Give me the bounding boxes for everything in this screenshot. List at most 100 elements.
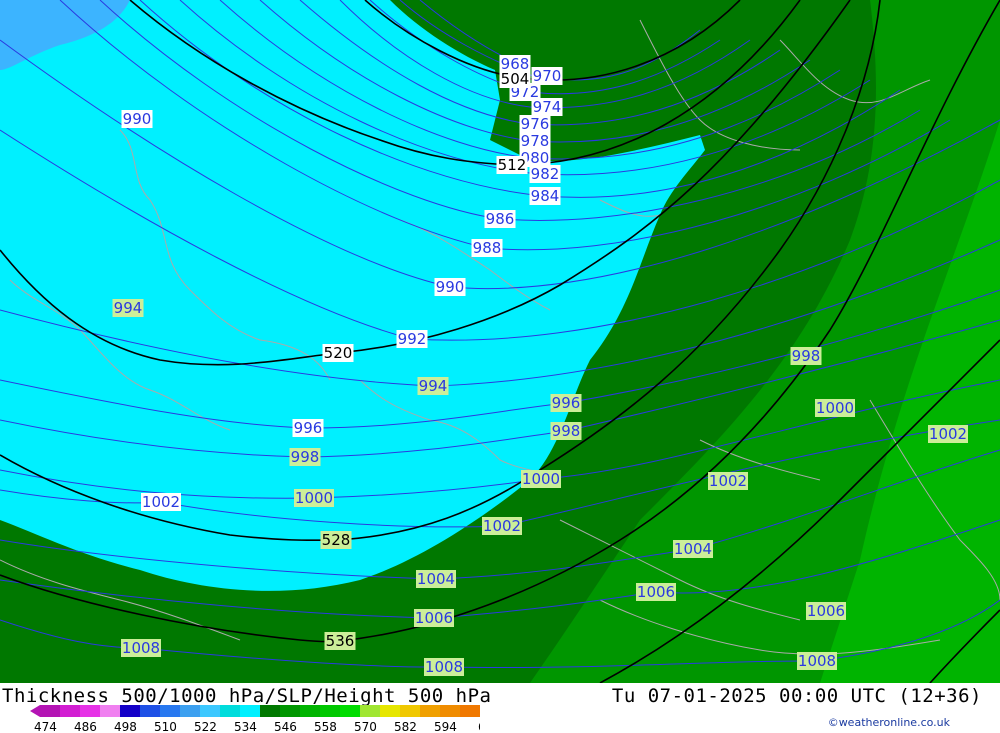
color-scale: 474 486 498 510 522 534 546 558 570 582 594 606	[30, 705, 480, 733]
isobar-label: 998	[289, 448, 321, 466]
color-scale-swatch	[320, 705, 340, 717]
isobar-label: 1000	[294, 489, 334, 507]
color-scale-tick: 594	[434, 720, 457, 733]
isobar-label: 1000	[521, 470, 561, 488]
color-scale-swatch	[360, 705, 380, 717]
color-scale-swatch	[400, 705, 420, 717]
isobar-label: 1006	[636, 583, 676, 601]
isobar-label: 990	[434, 278, 466, 296]
isobar-label-text: 990	[436, 278, 465, 296]
isobar-label-text: 1008	[122, 639, 160, 657]
color-scale-tick: 498	[114, 720, 137, 733]
isobar-label-text: 992	[398, 330, 427, 348]
isobar-label: 994	[112, 299, 144, 317]
color-scale-tick: 582	[394, 720, 417, 733]
color-scale-left-arrow	[30, 705, 40, 717]
isobar-label-text: 994	[114, 299, 143, 317]
color-scale-swatch	[140, 705, 160, 717]
isobar-label: 1000	[815, 399, 855, 417]
color-scale-swatch	[240, 705, 260, 717]
isobar-label-text: 996	[552, 394, 581, 412]
isobar-label-text: 998	[552, 422, 581, 440]
color-scale-tick: 546	[274, 720, 297, 733]
credit-link[interactable]: ©weatheronline.co.uk	[828, 716, 950, 729]
isobar-label-text: 998	[291, 448, 320, 466]
isobar-label: 1002	[482, 517, 522, 535]
isobar-label: 1002	[141, 493, 181, 511]
isobar-label: 1004	[416, 570, 456, 588]
weather-map: 9689709729749769789809829849869889909909…	[0, 0, 1000, 683]
isobar-label: 1008	[424, 658, 464, 676]
isobar-label-text: 978	[521, 132, 550, 150]
isobar-label-text: 1006	[415, 609, 453, 627]
isobar-label: 974	[531, 98, 563, 116]
height-label: 504	[499, 70, 531, 88]
isobar-label-text: 1002	[483, 517, 521, 535]
isobar-label-text: 986	[486, 210, 515, 228]
color-scale-swatch	[80, 705, 100, 717]
color-scale-swatch	[260, 705, 280, 717]
color-scale-swatch	[40, 705, 60, 717]
isobar-label-text: 990	[123, 110, 152, 128]
height-label-text: 528	[322, 531, 351, 549]
isobar-label-text: 1002	[929, 425, 967, 443]
isobar-label: 1004	[673, 540, 713, 558]
isobar-label-text: 996	[294, 419, 323, 437]
valid-time: Tu 07-01-2025 00:00 UTC (12+36)	[611, 685, 982, 707]
isobar-label: 988	[471, 239, 503, 257]
isobar-label-text: 1004	[417, 570, 455, 588]
color-scale-tick: 510	[154, 720, 177, 733]
color-scale-swatch	[220, 705, 240, 717]
isobar-label-text: 976	[521, 115, 550, 133]
color-scale-swatch	[200, 705, 220, 717]
isobar-label: 976	[519, 115, 551, 133]
color-scale-swatch	[160, 705, 180, 717]
isobar-label: 990	[121, 110, 153, 128]
isobar-label-text: 984	[531, 187, 560, 205]
isobar-label: 982	[529, 165, 561, 183]
height-label-text: 504	[501, 70, 530, 88]
isobar-label: 998	[550, 422, 582, 440]
isobar-label-text: 994	[419, 377, 448, 395]
isobar-label-text: 1002	[709, 472, 747, 490]
isobar-label-text: 1000	[295, 489, 333, 507]
isobar-label-text: 988	[473, 239, 502, 257]
isobar-label-text: 998	[792, 347, 821, 365]
height-label: 536	[324, 632, 356, 650]
color-scale-swatch	[280, 705, 300, 717]
color-scale-swatch	[120, 705, 140, 717]
isobar-label: 996	[292, 419, 324, 437]
isobar-label-text: 1000	[522, 470, 560, 488]
color-scale-tick: 474	[34, 720, 57, 733]
color-scale-swatch	[420, 705, 440, 717]
isobar-label: 1002	[928, 425, 968, 443]
isobar-label-text: 974	[533, 98, 562, 116]
height-label: 512	[496, 156, 528, 174]
color-scale-tick: 486	[74, 720, 97, 733]
isobar-label: 986	[484, 210, 516, 228]
height-label: 520	[322, 344, 354, 362]
color-scale-swatch	[440, 705, 460, 717]
color-scale-tick: 606	[478, 720, 480, 733]
isobar-label: 978	[519, 132, 551, 150]
color-scale-tick: 522	[194, 720, 217, 733]
isobar-label-text: 1006	[807, 602, 845, 620]
color-scale-tick: 558	[314, 720, 337, 733]
color-scale-swatch	[300, 705, 320, 717]
isobar-label: 1006	[806, 602, 846, 620]
color-scale-swatch	[100, 705, 120, 717]
isobar-label-text: 1002	[142, 493, 180, 511]
color-scale-swatch	[380, 705, 400, 717]
isobar-label-text: 1006	[637, 583, 675, 601]
isobar-label: 1002	[708, 472, 748, 490]
isobar-label: 992	[396, 330, 428, 348]
color-scale-swatch	[340, 705, 360, 717]
map-title: Thickness 500/1000 hPa/SLP/Height 500 hP…	[2, 685, 492, 707]
color-scale-swatch	[180, 705, 200, 717]
height-label-text: 512	[498, 156, 527, 174]
isobar-label-text: 1000	[816, 399, 854, 417]
isobar-label: 998	[790, 347, 822, 365]
height-label-text: 520	[324, 344, 353, 362]
footer: Thickness 500/1000 hPa/SLP/Height 500 hP…	[0, 683, 1000, 733]
color-scale-tick: 570	[354, 720, 377, 733]
